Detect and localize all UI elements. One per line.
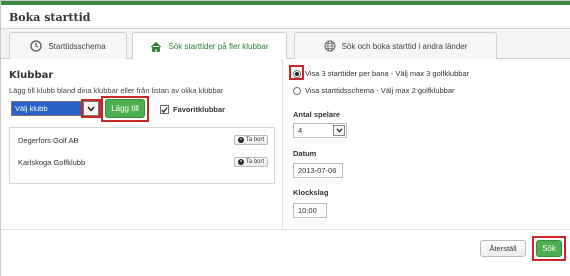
panel-header: Boka starttid [1,5,570,29]
date-input[interactable]: 2013-07-06 [293,163,343,178]
players-label: Antal spelare [293,110,341,119]
clock-icon [30,40,42,52]
highlight-radio [289,65,304,80]
page-title: Boka starttid [9,11,91,24]
tab-bar: Starttidsschema Sök starttider på fler k… [1,29,570,60]
selected-clubs-list: Degerfors Golf AB × Ta bort Karlskoga Go… [9,127,275,184]
footer-divider [1,229,570,230]
remove-label: Ta bort [245,137,265,143]
time-value: 10:00 [298,206,317,215]
option-label: Visa starttidsschema - Välj max 2 golfkl… [305,86,455,95]
favorites-checkbox[interactable] [160,105,169,114]
tab-label: Starttidsschema [48,41,106,51]
tab-label: Sök och boka starttid i andra länder [341,41,468,51]
highlight-select-arrow [81,99,101,118]
club-name: Degerfors Golf AB [18,136,79,145]
radio-schedule[interactable] [293,86,301,95]
booking-panel: Boka starttid Starttidsschema Sök startt… [0,0,570,276]
remove-club-button[interactable]: × Ta bort [234,157,268,167]
date-label: Datum [293,149,317,158]
option-label: Visa 3 starttider per bana - Välj max 3 … [305,69,470,78]
time-label: Klockslag [293,188,329,197]
home-icon [150,41,162,53]
main-content: Klubbar Lägg till klubb bland dina klubb… [1,59,570,276]
tab-andra-lander[interactable]: Sök och boka starttid i andra länder [294,32,497,59]
favorites-toggle[interactable]: Favoritklubbar [160,105,225,114]
remove-label: Ta bort [245,159,265,165]
tab-label: Sök starttider på fler klubbar [168,42,269,51]
clubs-hint: Lägg till klubb bland dina klubbar eller… [9,86,224,95]
remove-club-button[interactable]: × Ta bort [234,135,268,145]
players-select[interactable]: 4 [293,123,347,138]
clubs-heading: Klubbar [9,70,54,81]
reset-label: Återställ [489,244,517,253]
close-icon: × [237,136,244,143]
globe-icon [324,40,336,52]
highlight-search-button [532,236,566,261]
close-icon: × [237,158,244,165]
players-value: 4 [298,126,303,135]
highlight-add-button [101,96,149,122]
option-three-times[interactable]: Visa 3 starttider per bana - Välj max 3 … [293,69,469,78]
option-schedule[interactable]: Visa starttidsschema - Välj max 2 golfkl… [293,86,455,95]
list-item: Karlskoga Golfklubb × Ta bort [10,150,274,176]
date-value: 2013-07-06 [298,166,337,175]
reset-button[interactable]: Återställ [480,240,526,257]
time-input[interactable]: 10:00 [293,203,327,218]
column-divider [282,59,283,229]
chevron-down-icon[interactable] [333,125,345,136]
tab-starttidsschema[interactable]: Starttidsschema [9,32,127,59]
tab-sok-fler-klubbar[interactable]: Sök starttider på fler klubbar [132,32,287,60]
club-name: Karlskoga Golfklubb [18,158,86,167]
favorites-label: Favoritklubbar [173,105,226,114]
club-select-value: Välj klubb [15,104,48,113]
